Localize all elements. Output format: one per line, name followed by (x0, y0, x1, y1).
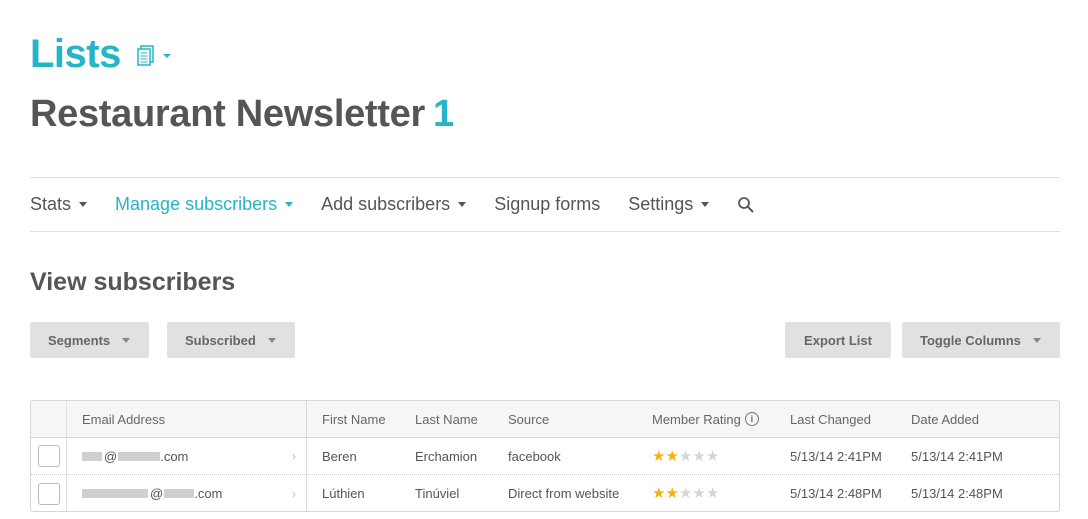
email-at: @ (104, 448, 118, 464)
chevron-down-icon (285, 202, 294, 207)
list-count: 1 (432, 93, 454, 135)
star-rating: ★ ★ ★ ★ ★ (652, 449, 719, 464)
star-empty-icon: ★ (692, 447, 706, 465)
star-empty-icon: ★ (692, 485, 706, 502)
last-changed-cell: 5/13/14 2:48PM (790, 486, 882, 501)
member-rating-cell: ★ ★ ★ ★ ★ (652, 438, 719, 474)
email-domain: .com (160, 448, 189, 464)
column-header-first-name[interactable]: First Name (322, 401, 386, 437)
chevron-down-icon (162, 54, 171, 58)
lists-menu-button[interactable] (135, 44, 171, 68)
redacted-text (118, 451, 161, 461)
chevron-down-icon (79, 202, 88, 207)
subscribers-table: Email Address First Name Last Name Sourc… (30, 400, 1060, 512)
star-filled-icon: ★ (652, 447, 666, 465)
column-header-last-changed[interactable]: Last Changed (790, 401, 871, 437)
first-name-cell: Beren (322, 448, 357, 464)
star-empty-icon: ★ (705, 447, 720, 465)
nav-item-label: Settings (628, 194, 694, 214)
email-cell[interactable]: @ .com › (67, 438, 307, 474)
table-header: Email Address First Name Last Name Sourc… (31, 401, 1059, 438)
nav-item-signup-forms[interactable]: Signup forms (494, 194, 600, 215)
column-header-last-name[interactable]: Last Name (415, 401, 478, 437)
header-checkbox-cell (31, 401, 67, 437)
redacted-text (82, 489, 148, 498)
section-title: View subscribers (30, 268, 236, 296)
email-domain: .com (194, 486, 223, 501)
page-title: Lists (30, 32, 121, 76)
list-name: Restaurant Newsletter (30, 93, 425, 135)
nav-item-label: Manage subscribers (115, 194, 278, 214)
table-row[interactable]: @ .com › Lúthien Tinúviel Direct from we… (31, 475, 1059, 511)
star-filled-icon: ★ (665, 485, 679, 502)
chevron-down-icon (701, 202, 710, 207)
row-checkbox[interactable] (37, 445, 60, 467)
star-empty-icon: ★ (678, 485, 693, 502)
column-header-source[interactable]: Source (508, 401, 549, 437)
search-icon[interactable] (737, 196, 755, 214)
column-header-date-added[interactable]: Date Added (911, 401, 979, 437)
nav-item-add-subscribers[interactable]: Add subscribers (321, 194, 467, 215)
row-checkbox[interactable] (37, 482, 60, 505)
email-at: @ (150, 486, 164, 501)
nav-item-label: Add subscribers (321, 194, 451, 214)
last-name-cell: Erchamion (415, 448, 478, 464)
star-empty-icon: ★ (678, 447, 693, 465)
nav-item-settings[interactable]: Settings (628, 194, 710, 215)
email-cell[interactable]: @ .com › (67, 475, 307, 511)
toggle-columns-button[interactable]: Toggle Columns (902, 322, 1060, 358)
source-cell: Direct from website (508, 486, 620, 501)
first-name-cell: Lúthien (322, 486, 365, 501)
list-nav: Stats Manage subscribers Add subscribers… (30, 177, 1060, 232)
row-checkbox-cell (31, 438, 67, 474)
source-cell: facebook (508, 448, 561, 464)
chevron-down-icon (267, 337, 276, 343)
subscribed-label: Subscribed (185, 332, 256, 348)
toggle-label: Toggle Columns (920, 332, 1021, 348)
info-icon[interactable]: i (744, 412, 759, 426)
date-added-cell: 5/13/14 2:41PM (911, 448, 1003, 464)
chevron-right-icon: › (292, 486, 296, 501)
member-rating-label: Member Rating (652, 411, 741, 427)
nav-item-label: Signup forms (494, 194, 601, 214)
chevron-down-icon (1032, 337, 1041, 343)
chevron-down-icon (458, 202, 467, 207)
redacted-text (82, 451, 102, 461)
redacted-text (164, 489, 195, 498)
last-changed-cell: 5/13/14 2:41PM (790, 448, 882, 464)
row-checkbox-cell (31, 475, 67, 511)
nav-item-stats[interactable]: Stats (30, 194, 88, 215)
subscribed-dropdown-button[interactable]: Subscribed (167, 322, 295, 358)
chevron-down-icon (122, 337, 131, 343)
star-filled-icon: ★ (665, 447, 679, 465)
list-name-heading: Restaurant Newsletter 1 (30, 92, 454, 136)
export-label: Export List (804, 332, 872, 348)
star-rating: ★ ★ ★ ★ ★ (652, 486, 719, 501)
nav-item-manage-subscribers[interactable]: Manage subscribers (115, 194, 294, 215)
date-added-cell: 5/13/14 2:48PM (911, 486, 1003, 501)
member-rating-cell: ★ ★ ★ ★ ★ (652, 475, 719, 511)
last-name-cell: Tinúviel (415, 486, 460, 501)
star-filled-icon: ★ (652, 485, 666, 502)
star-empty-icon: ★ (705, 485, 720, 502)
document-icon (137, 45, 154, 66)
column-header-member-rating[interactable]: Member Rating i (652, 401, 759, 437)
table-row[interactable]: @ .com › Beren Erchamion facebook ★ ★ ★ ★ ★ … (31, 438, 1059, 475)
segments-label: Segments (48, 332, 111, 348)
chevron-right-icon: › (292, 449, 296, 463)
nav-item-label: Stats (30, 194, 72, 214)
lists-header: Lists (30, 30, 171, 78)
segments-dropdown-button[interactable]: Segments (30, 322, 149, 358)
export-list-button[interactable]: Export List (785, 322, 891, 358)
column-header-email[interactable]: Email Address (67, 401, 307, 437)
